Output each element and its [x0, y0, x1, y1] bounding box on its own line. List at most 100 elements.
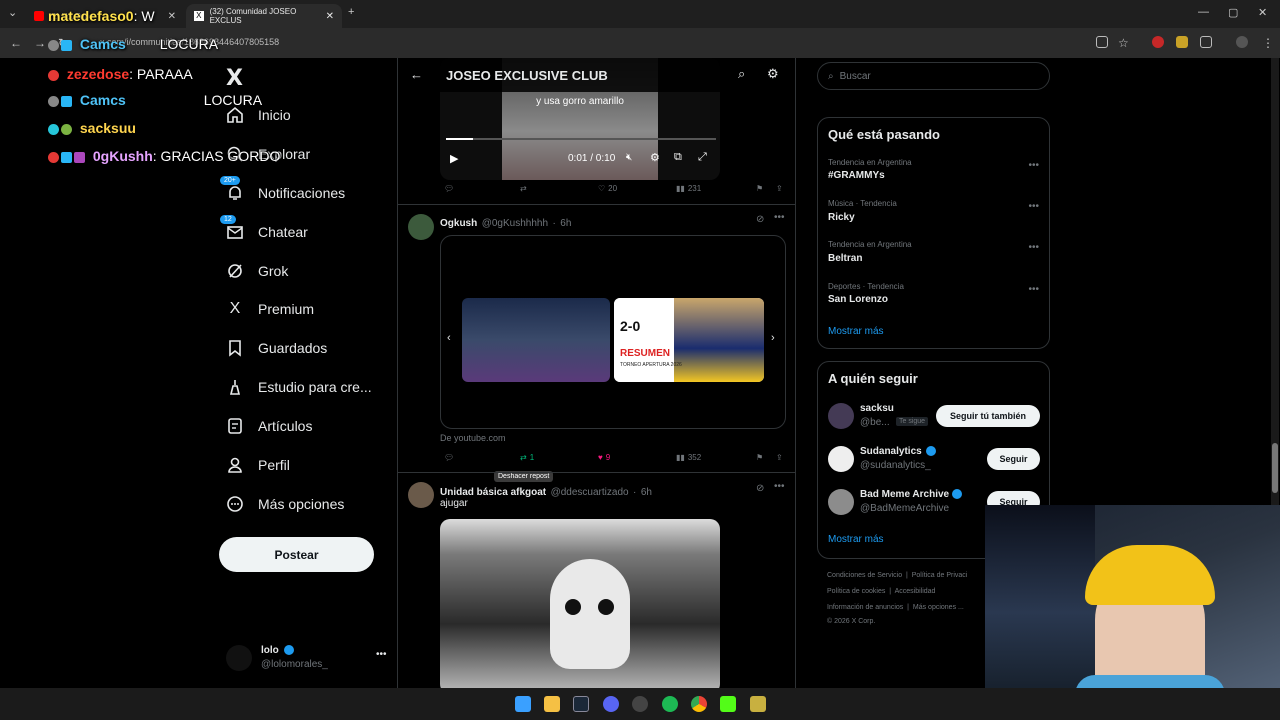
like-button[interactable]: ♡ 20	[598, 184, 617, 193]
minimize-icon[interactable]: —	[1198, 6, 1209, 18]
search-icon[interactable]: ⌕	[738, 66, 745, 82]
nav-profile[interactable]: Perfil	[226, 450, 290, 480]
captions-icon[interactable]: ⧉	[674, 151, 682, 164]
footer-links: Condiciones de Servicio | Política de Pr…	[827, 572, 968, 579]
profile-icon	[226, 456, 244, 474]
close-icon[interactable]: ✕	[326, 11, 334, 22]
file-explorer-icon[interactable]	[544, 696, 560, 712]
browser-tabbar: ⌄ (1) YouTube ✕ X (32) Comunidad JOSEO E…	[0, 0, 1280, 28]
footer-link[interactable]: Política de cookies	[827, 588, 885, 595]
nav-articles[interactable]: Artículos	[226, 411, 312, 441]
bookmark-button[interactable]: ⚑	[756, 453, 763, 462]
more-dots-icon[interactable]: •••	[1028, 242, 1039, 253]
views-button[interactable]: ▮▮ 231	[676, 184, 701, 193]
footer-link[interactable]: Información de anuncios	[827, 604, 903, 611]
chevron-left-icon[interactable]: ‹	[447, 332, 451, 344]
fullscreen-icon[interactable]: ⤢	[698, 151, 707, 164]
views-button[interactable]: ▮▮ 352	[676, 453, 701, 462]
thumbnail-image[interactable]: 2-0 RESUMEN TORNEO APERTURA 2026	[614, 298, 764, 382]
search-input[interactable]: ⌕ Buscar	[817, 62, 1050, 90]
play-icon[interactable]: ▶	[450, 152, 458, 165]
extensions-puzzle-icon[interactable]	[1200, 36, 1212, 48]
profile-avatar[interactable]	[1236, 36, 1248, 48]
extension-icon[interactable]	[1176, 36, 1188, 48]
footer-link[interactable]: Más opciones ...	[913, 604, 964, 611]
more-dots-icon[interactable]: •••	[1028, 284, 1039, 295]
nav-premium[interactable]: X Premium	[226, 294, 314, 324]
share-button[interactable]: ⇪	[776, 184, 783, 193]
more-dots-icon[interactable]: •••	[774, 212, 785, 223]
follow-button[interactable]: Seguir	[987, 448, 1040, 470]
thumbnail-image[interactable]	[462, 298, 610, 382]
post-button[interactable]: Postear	[219, 537, 374, 572]
chrome-icon[interactable]	[691, 696, 707, 712]
tweet-action-bar: 💬︎ ⇄ ♡ 20 ▮▮ 231 ⚑ ⇪	[440, 184, 783, 198]
more-dots-icon[interactable]: •••	[1028, 160, 1039, 171]
reply-button[interactable]: 💬︎	[444, 184, 454, 193]
tweet-image[interactable]	[440, 519, 720, 688]
discord-icon[interactable]	[603, 696, 619, 712]
chat-message: sacksuu	[48, 120, 136, 136]
like-button[interactable]: ♥ 9	[598, 453, 610, 462]
avatar[interactable]	[408, 214, 434, 240]
nav-bookmarks[interactable]: Guardados	[226, 333, 327, 363]
back-arrow-icon[interactable]: ←	[410, 67, 423, 82]
grok-icon[interactable]: ⊘	[756, 483, 764, 494]
chevron-right-icon[interactable]: ›	[771, 332, 775, 344]
link-source[interactable]: De youtube.com	[440, 433, 506, 443]
share-button[interactable]: ⇪	[776, 453, 783, 462]
nav-chat[interactable]: 12 Chatear	[220, 215, 308, 247]
close-icon[interactable]: ✕	[168, 11, 176, 22]
settings-icon[interactable]: ⚙	[650, 151, 660, 164]
repost-button[interactable]: ⇄	[520, 184, 527, 193]
menu-icon[interactable]: ⋮	[1262, 36, 1274, 50]
windows-start-icon[interactable]	[515, 696, 531, 712]
verified-icon	[926, 446, 936, 456]
back-icon[interactable]: ←	[10, 36, 22, 50]
maximize-icon[interactable]: ▢	[1228, 6, 1238, 19]
more-dots-icon[interactable]: •••	[774, 481, 785, 492]
tab-x-community[interactable]: X (32) Comunidad JOSEO EXCLUS ✕	[186, 4, 342, 28]
new-tab-button[interactable]: +	[348, 6, 354, 18]
tweet-author[interactable]: Unidad básica afkgoat @ddescuartizado · …	[440, 482, 652, 500]
show-more-link[interactable]: Mostrar más	[828, 326, 884, 337]
show-more-link[interactable]: Mostrar más	[828, 534, 884, 545]
chat-badges	[48, 39, 72, 51]
close-window-icon[interactable]: ✕	[1258, 6, 1267, 19]
more-dots-icon[interactable]: •••	[1028, 201, 1039, 212]
spotify-icon[interactable]	[662, 696, 678, 712]
follow-back-button[interactable]: Seguir tú también	[936, 405, 1040, 427]
gear-icon[interactable]: ⚙	[767, 66, 779, 82]
bookmark-button[interactable]: ⚑	[756, 184, 763, 193]
nav-more-options[interactable]: Más opciones	[226, 489, 344, 519]
chat-message: zezedose: PARAAA	[48, 66, 193, 82]
nav-grok[interactable]: Grok	[226, 256, 288, 286]
mute-icon[interactable]: 🔇︎	[626, 152, 632, 163]
install-app-icon[interactable]	[1096, 36, 1108, 48]
kick-icon[interactable]	[720, 696, 736, 712]
chat-message: Camcs LOCURA	[48, 92, 262, 108]
star-icon[interactable]: ☆	[1118, 36, 1129, 50]
steam-icon[interactable]	[573, 696, 589, 712]
nav-notifications[interactable]: 20+ Notificaciones	[220, 176, 345, 208]
tab-search-icon[interactable]: ⌄	[8, 6, 17, 19]
more-dots-icon: •••	[376, 649, 387, 660]
footer-link[interactable]: Condiciones de Servicio	[827, 572, 902, 579]
tweet-author[interactable]: Ogkush @0gKushhhhh · 6h	[440, 213, 571, 231]
video-progress-bar[interactable]	[446, 138, 716, 140]
repost-button[interactable]: ⇄ 1	[520, 453, 534, 462]
extension-icon[interactable]	[1152, 36, 1164, 48]
grok-icon[interactable]: ⊘	[756, 214, 764, 225]
reply-button[interactable]: 💬︎	[444, 453, 454, 462]
footer-link[interactable]: Accesibilidad	[895, 588, 936, 595]
nav-creator-studio[interactable]: Estudio para cre...	[226, 372, 372, 402]
youtube-card[interactable]: 2-0 RESUMEN TORNEO APERTURA 2026 ‹ ›	[440, 235, 786, 429]
scrollbar-thumb[interactable]	[1272, 443, 1278, 493]
footer-link[interactable]: Política de Privaci	[912, 572, 968, 579]
app-icon[interactable]	[750, 696, 766, 712]
avatar[interactable]	[408, 482, 434, 508]
account-switcher[interactable]: lolo @lolomorales_ •••	[226, 643, 387, 673]
x-logo-icon[interactable]: X	[226, 66, 243, 91]
forward-icon[interactable]: →	[34, 36, 46, 50]
obs-icon[interactable]	[632, 696, 648, 712]
